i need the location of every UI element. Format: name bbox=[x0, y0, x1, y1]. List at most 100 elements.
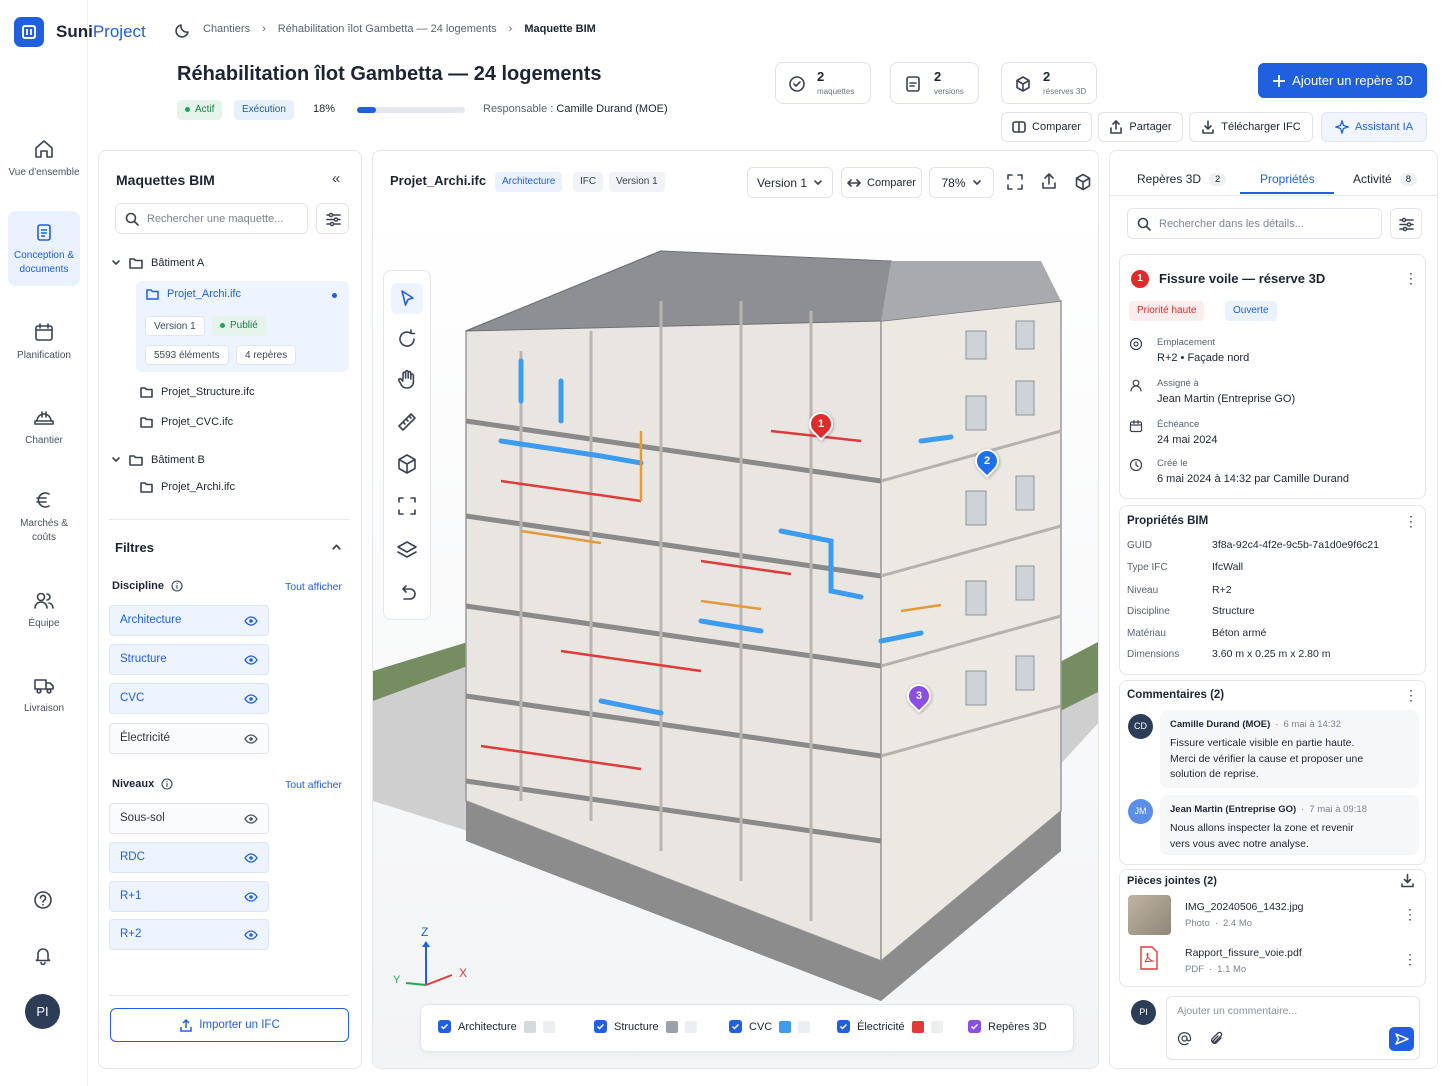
legend-toggle[interactable]: Structure bbox=[594, 1020, 697, 1033]
legend-label: Repères 3D bbox=[988, 1020, 1047, 1033]
download-ifc-button[interactable]: Télécharger IFC bbox=[1189, 112, 1313, 142]
comment-input[interactable]: Ajouter un commentaire... bbox=[1166, 996, 1420, 1060]
pan-hand-icon[interactable] bbox=[395, 367, 419, 391]
discipline-filter[interactable]: Architecture bbox=[109, 605, 269, 636]
level-filter[interactable]: Sous-sol bbox=[109, 803, 269, 834]
checkbox-checked-icon[interactable] bbox=[594, 1020, 607, 1033]
eye-icon[interactable] bbox=[244, 655, 258, 665]
tab-activity[interactable]: Activité 8 bbox=[1353, 172, 1417, 186]
eye-icon[interactable] bbox=[244, 694, 258, 704]
levels-show-all-link[interactable]: Tout afficher bbox=[285, 779, 342, 791]
paperclip-icon[interactable] bbox=[1209, 1031, 1224, 1046]
collapse-panel-icon[interactable]: « bbox=[332, 170, 340, 187]
stat-reserves[interactable]: 2 réserves 3D bbox=[1001, 62, 1097, 104]
tree-file-selected[interactable]: Projet_Archi.ifc bbox=[146, 288, 241, 300]
bim-viewer[interactable] bbox=[372, 150, 1099, 1069]
tab-properties[interactable]: Propriétés bbox=[1260, 172, 1315, 186]
add-3d-marker-button[interactable]: Ajouter un repère 3D bbox=[1258, 63, 1427, 98]
photo-thumbnail[interactable] bbox=[1128, 895, 1171, 935]
nav-contracts-costs[interactable]: Marchés & coûts bbox=[8, 489, 80, 545]
level-filter[interactable]: RDC bbox=[109, 842, 269, 873]
viewer-compare-button[interactable]: Comparer bbox=[841, 167, 922, 198]
export-icon[interactable] bbox=[1040, 172, 1058, 190]
model-search-input[interactable]: Rechercher une maquette... bbox=[115, 203, 308, 234]
moon-icon[interactable] bbox=[175, 22, 191, 38]
breadcrumb-item[interactable]: Réhabilitation îlot Gambetta — 24 logeme… bbox=[278, 23, 497, 35]
tree-file[interactable]: Projet_Archi.ifc bbox=[140, 481, 235, 493]
eye-icon[interactable] bbox=[244, 814, 258, 824]
clock-icon bbox=[1129, 458, 1143, 472]
fullscreen-icon[interactable] bbox=[1006, 173, 1024, 191]
level-filter[interactable]: R+2 bbox=[109, 919, 269, 950]
legend-label: Structure bbox=[614, 1020, 659, 1033]
tree-file[interactable]: Projet_Structure.ifc bbox=[140, 386, 255, 398]
eye-icon[interactable] bbox=[244, 892, 258, 902]
notifications-bell-icon[interactable] bbox=[33, 945, 53, 965]
nav-site[interactable]: Chantier bbox=[8, 406, 80, 448]
legend-toggle[interactable]: Architecture bbox=[438, 1020, 555, 1033]
more-options-icon[interactable]: ⋮ bbox=[1404, 687, 1418, 704]
details-search-input[interactable]: Rechercher dans les détails... bbox=[1127, 208, 1382, 239]
stat-models[interactable]: 2 maquettes bbox=[775, 62, 871, 104]
orbit-rotate-icon[interactable] bbox=[395, 327, 419, 351]
attachment-name[interactable]: IMG_20240506_1432.jpg bbox=[1185, 901, 1304, 913]
more-options-icon[interactable]: ⋮ bbox=[1403, 951, 1417, 968]
progress-bar bbox=[357, 107, 465, 113]
zoom-select[interactable]: 78% bbox=[929, 167, 994, 198]
help-icon[interactable] bbox=[33, 890, 53, 910]
undo-icon[interactable] bbox=[395, 581, 419, 605]
ai-assistant-button[interactable]: Assistant IA bbox=[1321, 112, 1427, 142]
send-button[interactable] bbox=[1389, 1027, 1414, 1051]
breadcrumb-item[interactable]: Chantiers bbox=[203, 23, 250, 35]
share-button[interactable]: Partager bbox=[1098, 112, 1183, 142]
more-options-icon[interactable]: ⋮ bbox=[1403, 906, 1417, 923]
tree-building-b[interactable]: Bâtiment B bbox=[111, 454, 205, 466]
comment-text: Fissure verticale visible en partie haut… bbox=[1170, 737, 1364, 780]
disciplines-show-all-link[interactable]: Tout afficher bbox=[285, 581, 342, 593]
more-options-icon[interactable]: ⋮ bbox=[1404, 270, 1418, 287]
discipline-filter[interactable]: Structure bbox=[109, 644, 269, 675]
tree-building-a[interactable]: Bâtiment A bbox=[111, 257, 204, 269]
eye-icon[interactable] bbox=[244, 734, 258, 744]
measure-ruler-icon[interactable] bbox=[395, 410, 419, 434]
chevron-up-icon[interactable] bbox=[331, 541, 342, 552]
download-all-icon[interactable] bbox=[1400, 873, 1415, 888]
nav-overview[interactable]: Vue d'ensemble bbox=[8, 138, 80, 180]
details-filter-button[interactable] bbox=[1390, 208, 1422, 239]
version-select[interactable]: Version 1 bbox=[747, 167, 833, 198]
legend-swatch bbox=[798, 1020, 811, 1033]
checkbox-checked-icon[interactable] bbox=[968, 1020, 981, 1033]
section-cube-icon[interactable] bbox=[395, 452, 419, 476]
eye-icon[interactable] bbox=[244, 930, 258, 940]
legend-toggle[interactable]: CVC bbox=[729, 1020, 811, 1033]
import-ifc-button[interactable]: Importer un IFC bbox=[110, 1008, 349, 1042]
box-select-icon[interactable] bbox=[395, 494, 419, 518]
user-avatar[interactable]: PI bbox=[25, 994, 60, 1029]
checkbox-checked-icon[interactable] bbox=[438, 1020, 451, 1033]
discipline-filter[interactable]: Électricité bbox=[109, 723, 269, 754]
attachment-name[interactable]: Rapport_fissure_voie.pdf bbox=[1185, 947, 1302, 959]
filter-settings-button[interactable] bbox=[316, 203, 349, 234]
level-filter[interactable]: R+1 bbox=[109, 881, 269, 912]
layers-icon[interactable] bbox=[395, 538, 419, 562]
nav-delivery[interactable]: Livraison bbox=[8, 674, 80, 716]
checkbox-checked-icon[interactable] bbox=[729, 1020, 742, 1033]
tab-markers[interactable]: Repères 3D 2 bbox=[1137, 172, 1227, 186]
stat-versions[interactable]: 2 versions bbox=[890, 62, 979, 104]
checkbox-checked-icon[interactable] bbox=[837, 1020, 850, 1033]
more-options-icon[interactable]: ⋮ bbox=[1404, 513, 1418, 530]
eye-icon[interactable] bbox=[244, 616, 258, 626]
nav-design-documents[interactable]: Conception & documents bbox=[8, 211, 80, 286]
cube-view-icon[interactable] bbox=[1074, 173, 1092, 191]
compare-button[interactable]: Comparer bbox=[1001, 112, 1092, 142]
nav-planning[interactable]: Planification bbox=[8, 321, 80, 363]
legend-toggle[interactable]: Repères 3D bbox=[968, 1020, 1047, 1033]
legend-toggle[interactable]: Électricité bbox=[837, 1020, 943, 1033]
building-3d-model[interactable] bbox=[373, 201, 1099, 1069]
nav-team[interactable]: Équipe bbox=[8, 589, 80, 631]
mention-at-icon[interactable] bbox=[1177, 1031, 1192, 1046]
tree-file[interactable]: Projet_CVC.ifc bbox=[140, 416, 233, 428]
discipline-filter[interactable]: CVC bbox=[109, 683, 269, 714]
cursor-select-icon[interactable] bbox=[395, 287, 419, 311]
eye-icon[interactable] bbox=[244, 853, 258, 863]
